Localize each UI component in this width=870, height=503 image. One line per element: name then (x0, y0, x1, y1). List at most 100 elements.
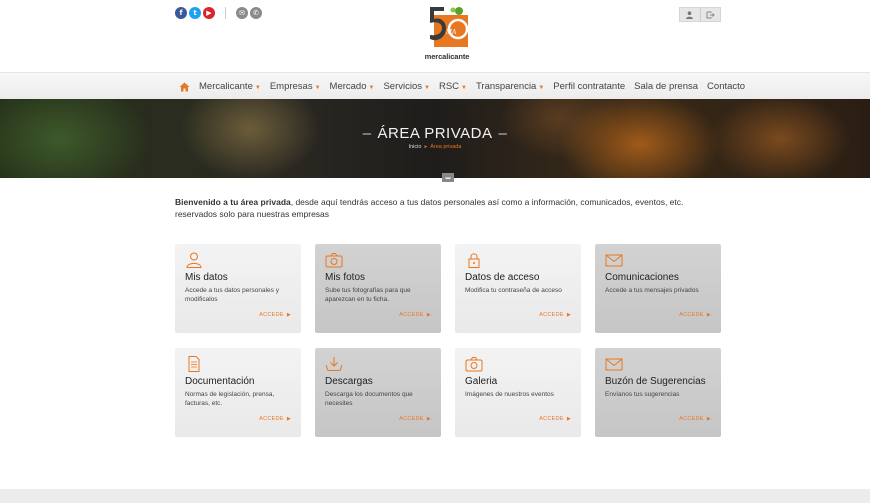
accede-label: ACCEDE (679, 416, 704, 422)
facebook-icon[interactable]: f (175, 7, 187, 19)
card-title: Datos de acceso (465, 272, 540, 283)
card-buzon-de-sugerencias[interactable]: Buzón de Sugerencias Envíanos tus sugere… (595, 348, 721, 437)
breadcrumb: Inicio ▸ Área privada (0, 144, 870, 150)
nav-item-perfil-contratante[interactable]: Perfil contratante (553, 81, 625, 92)
nav-item-transparencia[interactable]: Transparencia ▼ (476, 81, 544, 92)
camera-icon (465, 357, 483, 372)
caret-down-icon: ▼ (368, 85, 375, 91)
card-title: Mis fotos (325, 272, 366, 283)
nav-item-mercado[interactable]: Mercado ▼ (330, 81, 375, 92)
user-icon (186, 252, 202, 268)
youtube-icon[interactable]: ▶ (203, 7, 215, 19)
breadcrumb-home[interactable]: Inicio (409, 144, 422, 150)
caret-down-icon: ▼ (314, 85, 321, 91)
camera-icon (325, 253, 343, 268)
hero-banner: – ÁREA PRIVADA – Inicio ▸ Área privada (0, 99, 870, 178)
breadcrumb-separator-icon: ▸ (424, 144, 428, 150)
phone-icon[interactable]: ✆ (250, 7, 262, 19)
site-logo[interactable]: MA mercalicante (423, 5, 471, 63)
footer-strip (0, 489, 870, 503)
card-desc: Descarga los documentos que necesites (325, 391, 413, 407)
card-mis-datos[interactable]: Mis datos Accede a tus datos personales … (175, 244, 301, 333)
hero-toggle-tab[interactable]: ▬ (442, 173, 454, 182)
intro-text: Bienvenido a tu área privada, desde aquí… (175, 196, 721, 220)
nav-item-servicios[interactable]: Servicios ▼ (383, 81, 430, 92)
intro-bold: Bienvenido a tu área privada (175, 197, 291, 207)
accede-link[interactable]: ACCEDE ▶ (399, 416, 431, 422)
card-desc: Imágenes de nuestros eventos (465, 391, 554, 398)
logo-mark-icon: MA (430, 7, 468, 47)
envelope-icon (605, 254, 623, 267)
nav-item-mercalicante[interactable]: Mercalicante ▼ (199, 81, 261, 92)
card-datos-de-acceso[interactable]: Datos de acceso Modifica tu contraseña d… (455, 244, 581, 333)
caret-down-icon: ▼ (424, 85, 430, 91)
card-desc: Modifica tu contraseña de acceso (465, 287, 562, 294)
breadcrumb-current: Área privada (430, 144, 462, 150)
envelope-icon (605, 358, 623, 371)
accede-link[interactable]: ACCEDE ▶ (679, 416, 711, 422)
user-icon[interactable] (680, 8, 700, 21)
nav-label: Transparencia (475, 81, 537, 92)
logo-text: mercalicante (424, 52, 470, 61)
nav-label: RSC (438, 81, 460, 92)
nav-item-empresas[interactable]: Empresas ▼ (270, 81, 321, 92)
top-bar: f t ▶ ✉ ✆ MA mercalicante (0, 0, 870, 72)
lock-icon (468, 253, 480, 268)
nav-item-contacto[interactable]: Contacto (707, 81, 745, 92)
caret-down-icon: ▼ (461, 85, 467, 91)
accede-label: ACCEDE (679, 312, 704, 318)
arrow-right-icon: ▶ (566, 416, 571, 422)
accede-label: ACCEDE (259, 312, 284, 318)
card-mis-fotos[interactable]: Mis fotos Sube tus fotografías para que … (315, 244, 441, 333)
mail-icon[interactable]: ✉ (236, 7, 248, 19)
divider (225, 7, 226, 19)
caret-down-icon: ▼ (254, 85, 261, 91)
nav-label: Servicios (383, 81, 422, 92)
card-desc: Accede a tus mensajes privados (605, 287, 699, 294)
accede-link[interactable]: ACCEDE ▶ (259, 312, 291, 318)
user-box (679, 7, 721, 22)
accede-link[interactable]: ACCEDE ▶ (539, 416, 571, 422)
nav-label: Mercado (329, 81, 367, 92)
home-icon[interactable] (179, 82, 190, 92)
nav-label: Mercalicante (199, 81, 253, 92)
arrow-right-icon: ▶ (426, 312, 431, 318)
social-links: f t ▶ ✉ ✆ (175, 7, 262, 19)
card-descargas[interactable]: Descargas Descarga los documentos que ne… (315, 348, 441, 437)
accede-link[interactable]: ACCEDE ▶ (679, 312, 711, 318)
accede-link[interactable]: ACCEDE ▶ (399, 312, 431, 318)
card-desc: Accede a tus datos personales y modifica… (185, 287, 279, 303)
page-title: – ÁREA PRIVADA – (0, 125, 870, 142)
card-desc: Normas de legislación, prensa, facturas,… (185, 391, 275, 407)
arrow-right-icon: ▶ (706, 416, 711, 422)
accede-label: ACCEDE (399, 312, 424, 318)
accede-label: ACCEDE (539, 312, 564, 318)
card-title: Documentación (185, 376, 255, 387)
nav-label: Empresas (269, 81, 313, 92)
nav-item-rsc[interactable]: RSC ▼ (439, 81, 467, 92)
twitter-icon[interactable]: t (189, 7, 201, 19)
card-comunicaciones[interactable]: Comunicaciones Accede a tus mensajes pri… (595, 244, 721, 333)
arrow-right-icon: ▶ (426, 416, 431, 422)
title-dash: – (362, 125, 372, 142)
arrow-right-icon: ▶ (286, 416, 291, 422)
accede-link[interactable]: ACCEDE ▶ (539, 312, 571, 318)
arrow-right-icon: ▶ (706, 312, 711, 318)
accede-label: ACCEDE (259, 416, 284, 422)
logout-icon[interactable] (699, 8, 721, 21)
arrow-right-icon: ▶ (566, 312, 571, 318)
main-nav: Mercalicante ▼ Empresas ▼ Mercado ▼ Servici… (0, 72, 870, 99)
card-documentacion[interactable]: Documentación Normas de legislación, pre… (175, 348, 301, 437)
page-title-text: ÁREA PRIVADA (377, 125, 493, 142)
accede-link[interactable]: ACCEDE ▶ (259, 416, 291, 422)
card-title: Mis datos (185, 272, 228, 283)
nav-inner: Mercalicante ▼ Empresas ▼ Mercado ▼ Servici… (179, 73, 754, 100)
card-title: Descargas (325, 376, 373, 387)
download-icon (325, 357, 343, 371)
document-icon (188, 356, 200, 372)
card-desc: Sube tus fotografías para que aparezcan … (325, 287, 411, 303)
nav-item-sala-de-prensa[interactable]: Sala de prensa (634, 81, 698, 92)
svg-text:MA: MA (445, 28, 457, 36)
card-galeria[interactable]: Galeria Imágenes de nuestros eventos ACC… (455, 348, 581, 437)
accede-label: ACCEDE (539, 416, 564, 422)
